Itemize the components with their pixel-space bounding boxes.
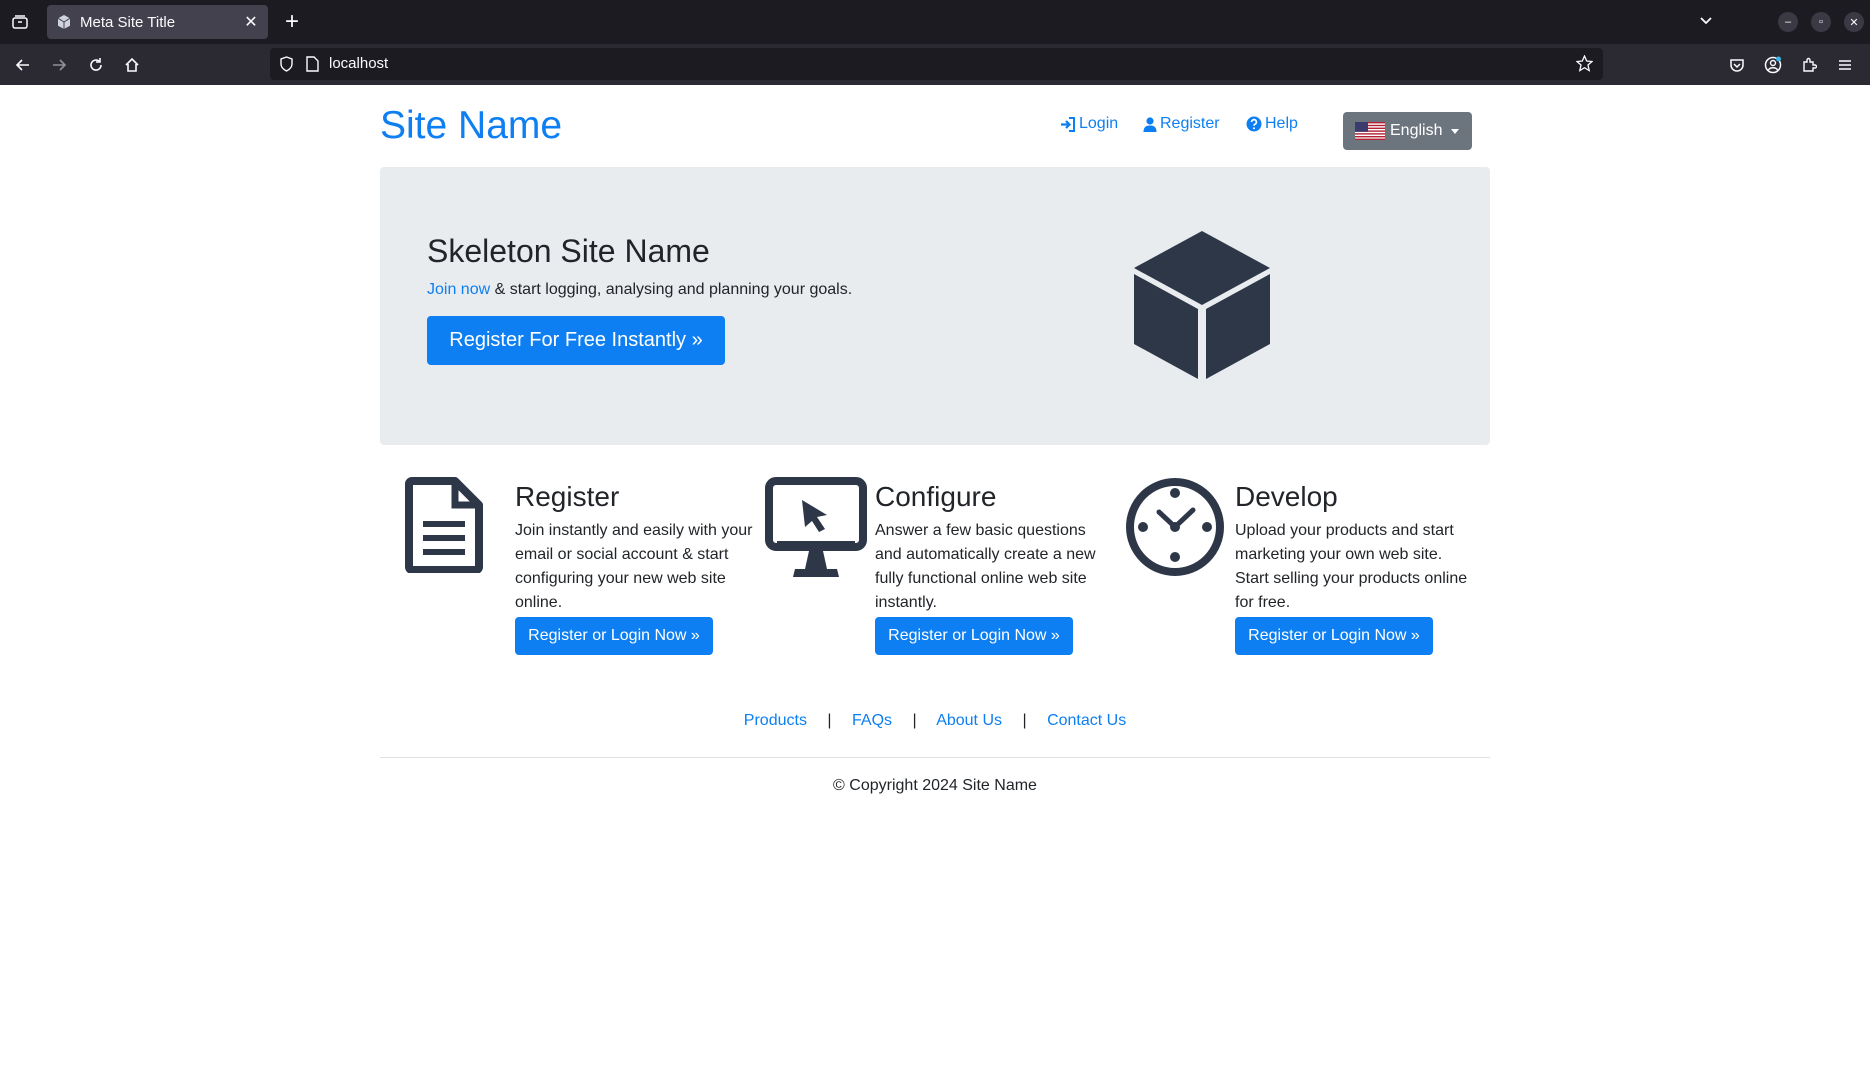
nav-register-link[interactable]: Register [1143, 115, 1220, 133]
cube-favicon-icon [57, 15, 71, 29]
close-window-button[interactable]: ✕ [1844, 12, 1864, 32]
footer-separator: | [1022, 712, 1027, 729]
forward-icon[interactable] [47, 53, 71, 77]
feature-text: Answer a few basic questions and automat… [875, 522, 1096, 611]
footer-link-faqs[interactable]: FAQs [852, 712, 892, 729]
browser-toolbar: localhost [0, 44, 1870, 85]
web-page: Site Name Login Register Help English Sk… [0, 85, 1870, 1080]
feature-register: Register Join instantly and easily with … [405, 477, 775, 687]
pocket-icon[interactable] [1725, 53, 1749, 77]
footer-link-products[interactable]: Products [744, 712, 807, 729]
copyright-text: © Copyright 2024 Site Name [833, 777, 1037, 794]
new-tab-button[interactable]: + [280, 10, 304, 34]
question-circle-icon [1246, 116, 1262, 132]
document-icon [405, 477, 483, 573]
feature-text: Join instantly and easily with your emai… [515, 522, 753, 611]
caret-down-icon [1451, 128, 1460, 134]
menu-icon[interactable] [1833, 53, 1857, 77]
bookmark-star-icon[interactable] [1576, 55, 1593, 72]
home-icon[interactable] [120, 53, 144, 77]
hero-title: Skeleton Site Name [427, 233, 710, 269]
user-icon [1143, 116, 1157, 132]
extensions-icon[interactable] [1797, 53, 1821, 77]
footer-link-about-us[interactable]: About Us [936, 712, 1002, 729]
url-text[interactable]: localhost [329, 55, 388, 72]
url-bar[interactable]: localhost [270, 48, 1603, 80]
register-free-button[interactable]: Register For Free Instantly » [427, 316, 725, 365]
nav-login-link[interactable]: Login [1060, 115, 1118, 133]
clock-icon [1126, 478, 1224, 576]
feature-text: Upload your products and start marketing… [1235, 522, 1468, 611]
hero-lead: Join now & start logging, analysing and … [427, 281, 852, 299]
tab-close-icon[interactable]: ✕ [242, 12, 260, 32]
register-or-login-button[interactable]: Register or Login Now » [875, 617, 1073, 655]
nav-help-label: Help [1265, 115, 1298, 132]
footer-separator: | [912, 712, 917, 729]
list-all-tabs-icon[interactable] [1698, 12, 1714, 33]
minimize-button[interactable]: – [1778, 12, 1798, 32]
nav-help-link[interactable]: Help [1246, 115, 1298, 133]
hero-lead-text: & start logging, analysing and planning … [490, 281, 853, 298]
page-icon [306, 56, 319, 72]
sign-in-icon [1061, 116, 1075, 132]
language-dropdown-button[interactable]: English [1343, 112, 1472, 150]
browser-tab-bar: Meta Site Title ✕ + – ▫ ✕ [0, 0, 1870, 44]
register-or-login-button[interactable]: Register or Login Now » [1235, 617, 1433, 655]
shield-icon[interactable] [279, 56, 294, 72]
restore-button[interactable]: ▫ [1811, 12, 1831, 32]
footer-divider [380, 757, 1490, 758]
join-now-link[interactable]: Join now [427, 281, 490, 298]
browser-tab[interactable]: Meta Site Title ✕ [47, 5, 268, 39]
feature-title: Configure [875, 481, 997, 512]
site-brand[interactable]: Site Name [380, 104, 562, 148]
footer-separator: | [827, 712, 832, 729]
tab-title: Meta Site Title [80, 13, 176, 31]
feature-configure: Configure Answer a few basic questions a… [765, 477, 1135, 687]
account-icon[interactable] [1761, 53, 1785, 77]
back-icon[interactable] [11, 53, 35, 77]
footer-links: Products | FAQs | About Us | Contact Us [380, 712, 1490, 730]
language-label: English [1390, 122, 1443, 139]
feature-develop: Develop Upload your products and start m… [1125, 477, 1495, 687]
monitor-cursor-icon [765, 477, 867, 577]
hero-jumbotron: Skeleton Site Name Join now & start logg… [380, 167, 1490, 445]
tab-list-icon[interactable] [8, 11, 32, 33]
feature-title: Develop [1235, 481, 1338, 512]
feature-title: Register [515, 481, 620, 512]
register-or-login-button[interactable]: Register or Login Now » [515, 617, 713, 655]
nav-login-label: Login [1079, 115, 1119, 132]
cube-icon [1134, 231, 1270, 379]
nav-register-label: Register [1160, 115, 1220, 132]
footer-link-contact-us[interactable]: Contact Us [1047, 712, 1126, 729]
us-flag-icon [1355, 122, 1385, 140]
reload-icon[interactable] [84, 53, 108, 77]
